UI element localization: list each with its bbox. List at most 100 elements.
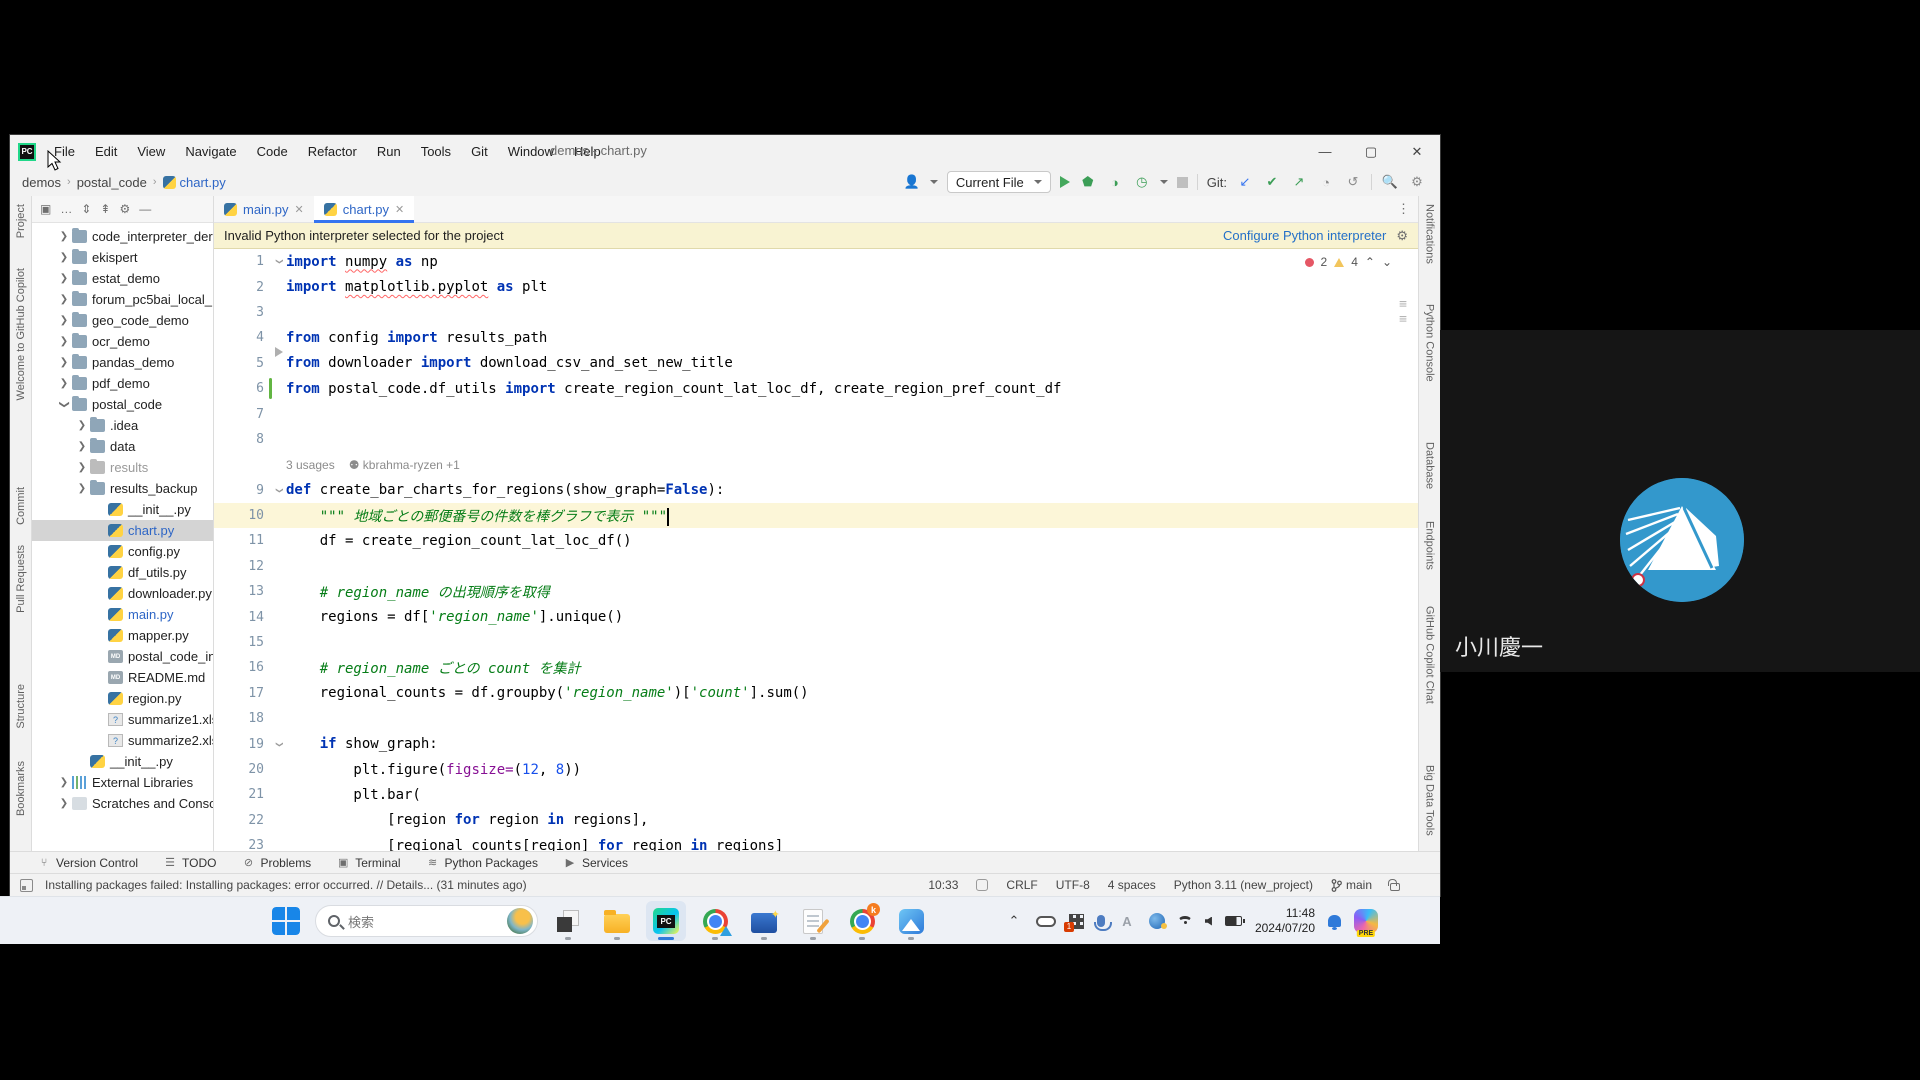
code-line-7[interactable]: 7 (214, 401, 1418, 426)
battery-icon[interactable] (1225, 916, 1242, 926)
code-line-2[interactable]: 2import matplotlib.pyplot as plt (214, 274, 1418, 299)
menu-git[interactable]: Git (463, 141, 496, 162)
taskbar-app-chrome-k[interactable]: k (842, 901, 882, 941)
file-encoding[interactable]: UTF-8 (1056, 878, 1090, 892)
tree-item-main.py[interactable]: main.py (32, 604, 213, 625)
code-line-18[interactable]: 18 (214, 706, 1418, 731)
taskbar-search-box[interactable]: 検索 (315, 905, 538, 937)
tree-item-code_interpreter_der[interactable]: ❯code_interpreter_der (32, 226, 213, 247)
toolwindow-terminal[interactable]: ▣Terminal (337, 856, 400, 870)
tree-item-__init__.py[interactable]: __init__.py (32, 499, 213, 520)
toolwindow-services[interactable]: ▶Services (564, 856, 628, 870)
tree-item-summarize2.xlsm[interactable]: ?summarize2.xlsm (32, 730, 213, 751)
close-button[interactable]: ✕ (1394, 135, 1440, 168)
tab-options-icon[interactable]: ⋮ (1397, 201, 1410, 217)
code-line-19[interactable]: 19❯ if show_graph: (214, 731, 1418, 756)
tree-item-pdf_demo[interactable]: ❯pdf_demo (32, 373, 213, 394)
run-button[interactable] (1060, 176, 1070, 188)
tree-item-summarize1.xlsm[interactable]: ?summarize1.xlsm (32, 709, 213, 730)
fold-icon[interactable]: ❯ (273, 741, 284, 747)
code-line-10[interactable]: 10 """ 地域ごとの郵便番号の件数を棒グラフで表示 """ (214, 503, 1418, 528)
line-ending[interactable]: CRLF (1006, 878, 1037, 892)
collapse-all-icon[interactable]: ⇞ (100, 202, 110, 216)
code-editor[interactable]: 2 4 ⌃ ⌄ ≡≡ 1❯import numpy as np2import m… (214, 249, 1418, 851)
tree-item-config.py[interactable]: config.py (32, 541, 213, 562)
chevron-closed-icon[interactable]: ❯ (58, 231, 70, 242)
code-line-12[interactable]: 12 (214, 554, 1418, 579)
tree-item-df_utils.py[interactable]: df_utils.py (32, 562, 213, 583)
code-line-14[interactable]: 14 regions = df['region_name'].unique() (214, 604, 1418, 629)
volume-icon[interactable] (1205, 917, 1212, 926)
tree-item-pandas_demo[interactable]: ❯pandas_demo (32, 352, 213, 373)
gear-icon[interactable]: ⚙ (119, 202, 130, 216)
code-line-15[interactable]: 15 (214, 630, 1418, 655)
run-coverage-button[interactable]: ◑ (1106, 173, 1124, 191)
stripe-project[interactable]: Project (15, 204, 27, 238)
tree-item-downloader.py[interactable]: downloader.py (32, 583, 213, 604)
status-message[interactable]: Installing packages failed: Installing p… (45, 878, 527, 892)
more-icon[interactable]: … (60, 202, 72, 216)
notification-bell-icon[interactable] (1328, 915, 1341, 927)
stripe-structure[interactable]: Structure (15, 684, 27, 729)
tray-chevron-up-icon[interactable]: ⌃ (1005, 912, 1023, 930)
git-branch[interactable]: main (1346, 878, 1372, 892)
toolwindow-problems[interactable]: ⊘Problems (243, 856, 312, 870)
menu-tools[interactable]: Tools (413, 141, 459, 162)
chevron-closed-icon[interactable]: ❯ (58, 777, 70, 788)
chevron-closed-icon[interactable]: ❯ (76, 483, 88, 494)
code-line-21[interactable]: 21 plt.bar( (214, 782, 1418, 807)
menu-edit[interactable]: Edit (87, 141, 125, 162)
tree-item-chart.py[interactable]: chart.py (32, 520, 213, 541)
caret-position[interactable]: 10:33 (928, 878, 958, 892)
chevron-closed-icon[interactable]: ❯ (76, 441, 88, 452)
ime-a-icon[interactable]: A (1118, 912, 1136, 930)
stripe-notifications[interactable]: Notifications (1424, 204, 1436, 264)
code-line-4[interactable]: 4from config import results_path (214, 325, 1418, 350)
run-configuration-select[interactable]: Current File (947, 171, 1051, 193)
stripe-github-copilot-chat[interactable]: GitHub Copilot Chat (1424, 606, 1436, 704)
settings-button[interactable]: ⚙ (1408, 173, 1426, 191)
chevron-closed-icon[interactable]: ❯ (58, 315, 70, 326)
taskbar-app-photos[interactable] (891, 901, 931, 941)
tree-item-results[interactable]: ❯results (32, 457, 213, 478)
copilot-icon[interactable]: PRE (1354, 909, 1378, 933)
code-line-9[interactable]: 9❯def create_bar_charts_for_regions(show… (214, 478, 1418, 503)
interpreter-setting[interactable]: Python 3.11 (new_project) (1174, 878, 1313, 892)
tree-item-README.md[interactable]: MDREADME.md (32, 667, 213, 688)
code-line-23[interactable]: 23 [regional_counts[region] for region i… (214, 833, 1418, 851)
tab-main.py[interactable]: main.py✕ (214, 196, 314, 222)
menu-navigate[interactable]: Navigate (177, 141, 244, 162)
code-line-6[interactable]: 6from postal_code.df_utils import create… (214, 376, 1418, 401)
code-line-5[interactable]: 5from downloader import download_csv_and… (214, 351, 1418, 376)
tree-item-forum_pc5bai_local_[interactable]: ❯forum_pc5bai_local_ (32, 289, 213, 310)
fold-icon[interactable]: ❯ (273, 259, 284, 265)
code-line-8[interactable]: 8 (214, 427, 1418, 452)
chevron-closed-icon[interactable]: ❯ (58, 378, 70, 389)
stripe-pull-requests[interactable]: Pull Requests (15, 545, 27, 613)
menu-refactor[interactable]: Refactor (300, 141, 365, 162)
taskbar-app-remote-desktop[interactable] (744, 901, 784, 941)
code-line-13[interactable]: 13 # region_name の出現順序を取得 (214, 579, 1418, 604)
code-line-16[interactable]: 16 # region_name ごとの count を集計 (214, 655, 1418, 680)
search-daily-image[interactable] (507, 908, 533, 934)
wifi-icon[interactable] (1178, 916, 1192, 926)
breadcrumb-item[interactable]: demos (18, 174, 65, 191)
indent-setting[interactable]: 4 spaces (1108, 878, 1156, 892)
rollback-button[interactable]: ↺ (1344, 173, 1362, 191)
globe-app-icon[interactable] (1149, 913, 1165, 929)
stripe-endpoints[interactable]: Endpoints (1424, 521, 1436, 570)
chevron-closed-icon[interactable]: ❯ (76, 420, 88, 431)
tree-item-postal_code[interactable]: ❯postal_code (32, 394, 213, 415)
run-gutter-icon[interactable] (275, 347, 283, 357)
tree-item-results_backup[interactable]: ❯results_backup (32, 478, 213, 499)
menu-view[interactable]: View (129, 141, 173, 162)
tree-item-.idea[interactable]: ❯.idea (32, 415, 213, 436)
user-profile-icon[interactable]: 👤 (903, 173, 921, 191)
chevron-closed-icon[interactable]: ❯ (58, 357, 70, 368)
chevron-open-icon[interactable]: ❯ (59, 399, 70, 411)
stripe-database[interactable]: Database (1424, 442, 1436, 489)
tab-chart.py[interactable]: chart.py✕ (314, 196, 414, 222)
stripe-python-console[interactable]: Python Console (1424, 304, 1436, 382)
code-line-1[interactable]: 1❯import numpy as np (214, 249, 1418, 274)
microphone-icon[interactable] (1097, 915, 1105, 927)
